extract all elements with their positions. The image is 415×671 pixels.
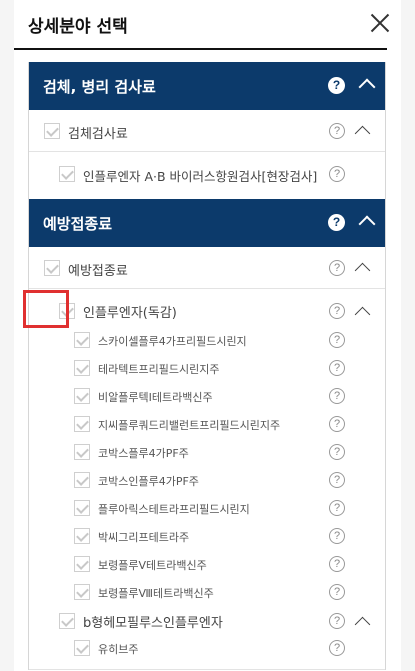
checkbox[interactable] [59,166,75,182]
section-title: 예방접종료 [43,215,113,233]
vaccine-label: 보령플루Ⅴ테트라백신주 [98,559,207,572]
checkbox[interactable] [74,528,90,544]
vaccine-label: 박씨그리프테트라주 [98,531,190,544]
detail-field-panel: 상세분야 선택 검체, 병리 검사료 ? 검체검사료 ? 인플루엔자 A·B 바… [14,0,401,671]
help-icon[interactable]: ? [328,77,345,94]
vaccine-label: 비알플루텍I테트라백신주 [98,391,213,404]
subgroup-label: 인플루엔자(독감) [83,306,177,321]
section-header-specimen[interactable]: 검체, 병리 검사료 ? [29,62,385,110]
help-icon[interactable]: ? [329,303,345,319]
help-icon[interactable]: ? [329,640,345,656]
vaccine-item[interactable]: 지씨플루쿼드리밸런트프리필드시린지주 ? [29,411,385,439]
item-label: 인플루엔자 A·B 바이러스항원검사[현장검사] [83,169,318,184]
background-left [0,0,14,671]
vaccine-item[interactable]: 테라텍트프리필드시린지주 ? [29,355,385,383]
help-icon[interactable]: ? [329,528,345,544]
item-row-influenza-antigen[interactable]: 인플루엔자 A·B 바이러스항원검사[현장검사] ? [29,152,385,199]
help-icon[interactable]: ? [329,360,345,376]
vaccine-label: 플루아릭스테트라프리필드시린지 [98,503,250,516]
checkbox[interactable] [74,416,90,432]
section-header-vaccination[interactable]: 예방접종료 ? [29,199,385,247]
panel-header: 상세분야 선택 [14,0,387,50]
chevron-up-icon[interactable] [354,262,371,279]
help-icon[interactable]: ? [329,166,345,182]
vaccine-item[interactable]: 유히브주 ? [29,635,385,663]
help-icon[interactable]: ? [329,388,345,404]
highlight-box [23,290,69,328]
checkbox[interactable] [74,584,90,600]
group-label: 검체검사료 [68,127,128,142]
checkbox[interactable] [74,444,90,460]
help-icon[interactable]: ? [329,472,345,488]
checkbox[interactable] [74,332,90,348]
help-icon[interactable]: ? [329,260,345,276]
vaccine-item[interactable]: 보령플루Ⅴ테트라백신주 ? [29,551,385,579]
checkbox[interactable] [44,123,60,139]
help-icon[interactable]: ? [329,332,345,348]
vaccine-item[interactable]: 스카이셀플루4가프리필드시린지 ? [29,327,385,355]
subgroup-label: b형헤모필루스인플루엔자 [83,616,223,631]
checkbox[interactable] [74,472,90,488]
checkbox[interactable] [74,556,90,572]
vaccine-label: 코박스플루4가PF주 [98,447,189,460]
checkbox[interactable] [59,613,75,629]
background-right [401,0,415,671]
help-icon[interactable]: ? [329,613,345,629]
group-label: 예방접종료 [68,264,128,279]
category-list: 검체, 병리 검사료 ? 검체검사료 ? 인플루엔자 A·B 바이러스항원검사[… [28,62,386,670]
panel-title: 상세분야 선택 [28,17,128,37]
checkbox[interactable] [74,388,90,404]
close-icon[interactable] [369,12,391,34]
chevron-up-icon[interactable] [354,306,371,323]
vaccine-item[interactable]: 박씨그리프테트라주 ? [29,523,385,551]
help-icon[interactable]: ? [329,444,345,460]
vaccine-item[interactable]: 비알플루텍I테트라백신주 ? [29,383,385,411]
help-icon[interactable]: ? [329,416,345,432]
checkbox[interactable] [44,260,60,276]
help-icon[interactable]: ? [328,214,345,231]
help-icon[interactable]: ? [329,556,345,572]
vaccine-item[interactable]: 보령플루Ⅷ테트라백신주 ? [29,579,385,607]
checkbox[interactable] [74,640,90,656]
vaccine-label: 유히브주 [98,643,139,656]
checkbox[interactable] [74,360,90,376]
vaccine-label: 코박스인플루4가PF주 [98,475,199,488]
help-icon[interactable]: ? [329,500,345,516]
vaccine-label: 보령플루Ⅷ테트라백신주 [98,587,214,600]
vaccine-item[interactable]: 플루아릭스테트라프리필드시린지 ? [29,495,385,523]
group-row-vaccination[interactable]: 예방접종료 ? [29,247,385,289]
section-title: 검체, 병리 검사료 [43,78,156,96]
vaccine-label: 테라텍트프리필드시린지주 [98,363,220,376]
help-icon[interactable]: ? [329,584,345,600]
help-icon[interactable]: ? [329,123,345,139]
subgroup-row-hib[interactable]: b형헤모필루스인플루엔자 ? [29,607,385,635]
group-row-specimen-test[interactable]: 검체검사료 ? [29,110,385,152]
chevron-up-icon[interactable] [358,215,376,233]
vaccine-item[interactable]: 코박스인플루4가PF주 ? [29,467,385,495]
chevron-up-icon[interactable] [354,616,371,633]
vaccine-label: 지씨플루쿼드리밸런트프리필드시린지주 [98,419,281,432]
vaccine-item[interactable]: 코박스플루4가PF주 ? [29,439,385,467]
vaccine-label: 스카이셀플루4가프리필드시린지 [98,335,247,348]
chevron-up-icon[interactable] [358,78,376,96]
subgroup-influenza: 인플루엔자(독감) ? 스카이셀플루4가프리필드시린지 ? 테라텍트프리필드시린… [29,289,385,670]
chevron-up-icon[interactable] [354,125,371,142]
subgroup-row-influenza[interactable]: 인플루엔자(독감) ? [29,301,385,327]
checkbox[interactable] [74,500,90,516]
